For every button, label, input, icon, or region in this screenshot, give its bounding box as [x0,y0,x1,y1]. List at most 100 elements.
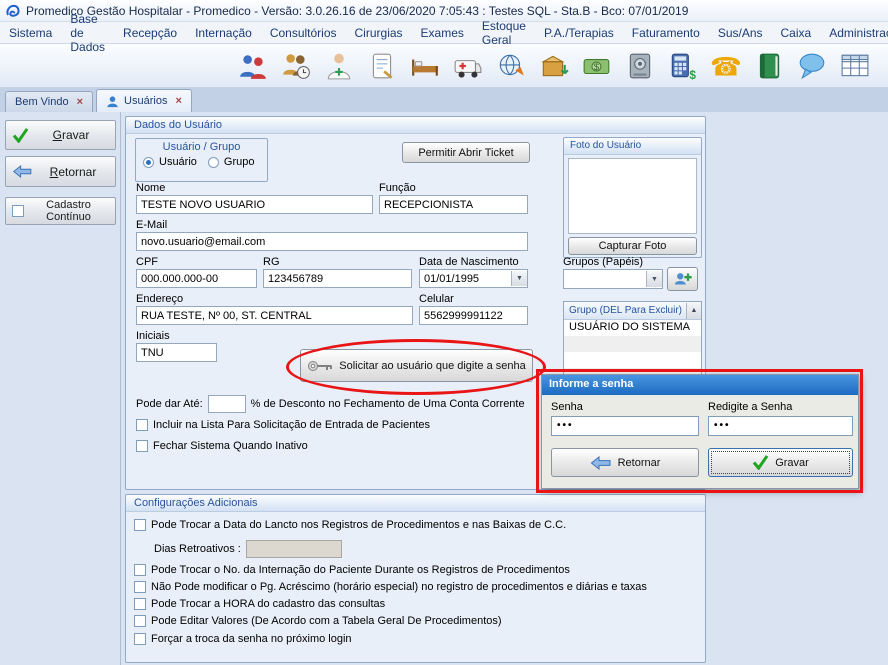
radio-usuario-label: Usuário [159,156,197,168]
dias-retroativos-row: Dias Retroativos : [154,540,342,558]
menu-item-sus-ans[interactable]: Sus/Ans [709,23,772,43]
check-icon [752,455,769,470]
nome-input[interactable]: TESTE NOVO USUARIO [136,195,373,214]
trocar-data-lancto-checkbox[interactable] [134,519,146,531]
gravar-button[interactable]: Gravar [5,120,116,150]
prescription-icon[interactable] [367,51,397,81]
safe-icon[interactable] [625,51,655,81]
funcao-input[interactable]: RECEPCIONISTA [379,195,528,214]
stock-icon[interactable] [539,51,569,81]
solicitar-senha-label: Solicitar ao usuário que digite a senha [339,360,526,372]
grupos-papeis-label: Grupos (Papéis) [563,256,643,268]
incluir-lista-checkbox[interactable] [136,419,148,431]
menu-item-sistema[interactable]: Sistema [0,23,61,43]
cpf-label: CPF [136,256,158,268]
config-row: Pode Trocar a Data do Lancto nos Registr… [134,519,566,531]
add-grupo-button[interactable] [667,267,698,291]
cadastro-continuo-label: Cadastro Contínuo [28,199,109,223]
arrow-left-icon [590,456,612,470]
menu-item-internacao[interactable]: Internação [186,23,261,43]
tab-close-icon[interactable]: × [77,96,83,108]
tabstrip: Bem Vindo × Usuários × [0,88,888,112]
doctor-icon[interactable] [324,51,354,81]
desconto-row: Pode dar Até: % de Desconto no Fechament… [136,395,525,413]
phone-icon[interactable]: ☎ [711,51,741,81]
forcar-troca-senha-checkbox[interactable] [134,633,146,645]
iniciais-label: Iniciais [136,330,170,342]
nao-modificar-acrescimo-checkbox[interactable] [134,581,146,593]
nascimento-combo[interactable]: 01/01/1995 ▼ [419,269,528,288]
network-icon[interactable] [496,51,526,81]
titlebar: Promedico Gestão Hospitalar - Promedico … [0,0,888,22]
menu-item-consultorios[interactable]: Consultórios [261,23,346,43]
redigite-senha-input[interactable]: ••• [708,416,853,436]
trocar-internacao-checkbox[interactable] [134,564,146,576]
patients-icon[interactable] [238,51,268,81]
agenda-icon[interactable] [281,51,311,81]
table-icon[interactable] [840,51,870,81]
cpf-input[interactable]: 000.000.000-00 [136,269,257,288]
calculator-icon[interactable]: $ [668,51,698,81]
config-row: Não Pode modificar o Pg. Acréscimo (horá… [134,581,647,593]
menu-item-administracao[interactable]: Administração [820,23,888,43]
solicitar-senha-button[interactable]: Solicitar ao usuário que digite a senha [300,349,533,382]
menu-item-caixa[interactable]: Caixa [772,23,821,43]
scroll-up-icon[interactable]: ▲ [686,303,701,319]
iniciais-input[interactable]: TNU [136,343,217,362]
permitir-abrir-ticket-button[interactable]: Permitir Abrir Ticket [402,142,530,163]
menubar: Sistema Base de Dados Recepção Internaçã… [0,22,888,44]
menu-item-cirurgias[interactable]: Cirurgias [346,23,412,43]
menu-item-pa-terapias[interactable]: P.A./Terapias [535,23,623,43]
config-row: Pode Editar Valores (De Acordo com a Tab… [134,615,502,627]
cadastro-continuo-checkbox[interactable] [12,205,24,217]
radio-grupo-label: Grupo [224,156,255,168]
user-icon [106,95,119,108]
menu-item-estoque-geral[interactable]: Estoque Geral [473,16,535,50]
email-input[interactable]: novo.usuario@email.com [136,232,528,251]
billing-icon[interactable]: $ [582,51,612,81]
senha-input[interactable]: ••• [551,416,699,436]
desconto-input[interactable] [208,395,246,413]
svg-text:$: $ [689,68,696,80]
menu-item-faturamento[interactable]: Faturamento [623,23,709,43]
informe-senha-dialog: Informe a senha Senha Redigite a Senha •… [541,374,859,489]
list-item[interactable]: USUÁRIO DO SISTEMA [564,320,701,336]
svg-text:☎: ☎ [711,53,741,80]
rg-label: RG [263,256,280,268]
funcao-label: Função [379,182,416,194]
retornar-button[interactable]: Retornar [5,156,116,187]
permitir-abrir-ticket-label: Permitir Abrir Ticket [418,147,513,159]
radio-grupo[interactable] [208,157,219,168]
popup-retornar-button[interactable]: Retornar [551,448,699,477]
capturar-foto-button[interactable]: Capturar Foto [568,237,697,255]
incluir-lista-row: Incluir na Lista Para Solicitação de Ent… [136,419,430,431]
radio-usuario[interactable] [143,157,154,168]
arrow-left-icon [12,165,33,178]
ambulance-icon[interactable] [453,51,483,81]
config-row: Pode Trocar a HORA do cadastro das consu… [134,598,385,610]
celular-input[interactable]: 5562999991122 [419,306,528,325]
tab-usuarios[interactable]: Usuários × [96,89,192,112]
menu-item-base-de-dados[interactable]: Base de Dados [61,9,114,57]
trocar-hora-checkbox[interactable] [134,598,146,610]
book-icon[interactable] [754,51,784,81]
tab-bem-vindo[interactable]: Bem Vindo × [5,91,93,112]
fechar-sistema-checkbox[interactable] [136,440,148,452]
rg-input[interactable]: 123456789 [263,269,412,288]
endereco-input[interactable]: RUA TESTE, Nº 00, ST. CENTRAL [136,306,413,325]
chat-icon[interactable] [797,51,827,81]
fechar-sistema-label: Fechar Sistema Quando Inativo [153,440,308,452]
menu-item-recepcao[interactable]: Recepção [114,23,186,43]
hospital-bed-icon[interactable] [410,51,440,81]
chevron-down-icon[interactable]: ▼ [511,271,527,286]
capturar-foto-label: Capturar Foto [599,240,667,252]
menu-item-exames[interactable]: Exames [412,23,473,43]
app-window: Promedico Gestão Hospitalar - Promedico … [0,0,888,665]
dias-retroativos-input[interactable] [246,540,342,558]
popup-gravar-button[interactable]: Gravar [708,448,853,477]
tab-close-icon[interactable]: × [175,95,181,107]
cadastro-continuo-toggle[interactable]: Cadastro Contínuo [5,197,116,225]
grupos-papeis-combo[interactable]: ▼ [563,269,663,289]
editar-valores-checkbox[interactable] [134,615,146,627]
chevron-down-icon[interactable]: ▼ [646,271,662,287]
